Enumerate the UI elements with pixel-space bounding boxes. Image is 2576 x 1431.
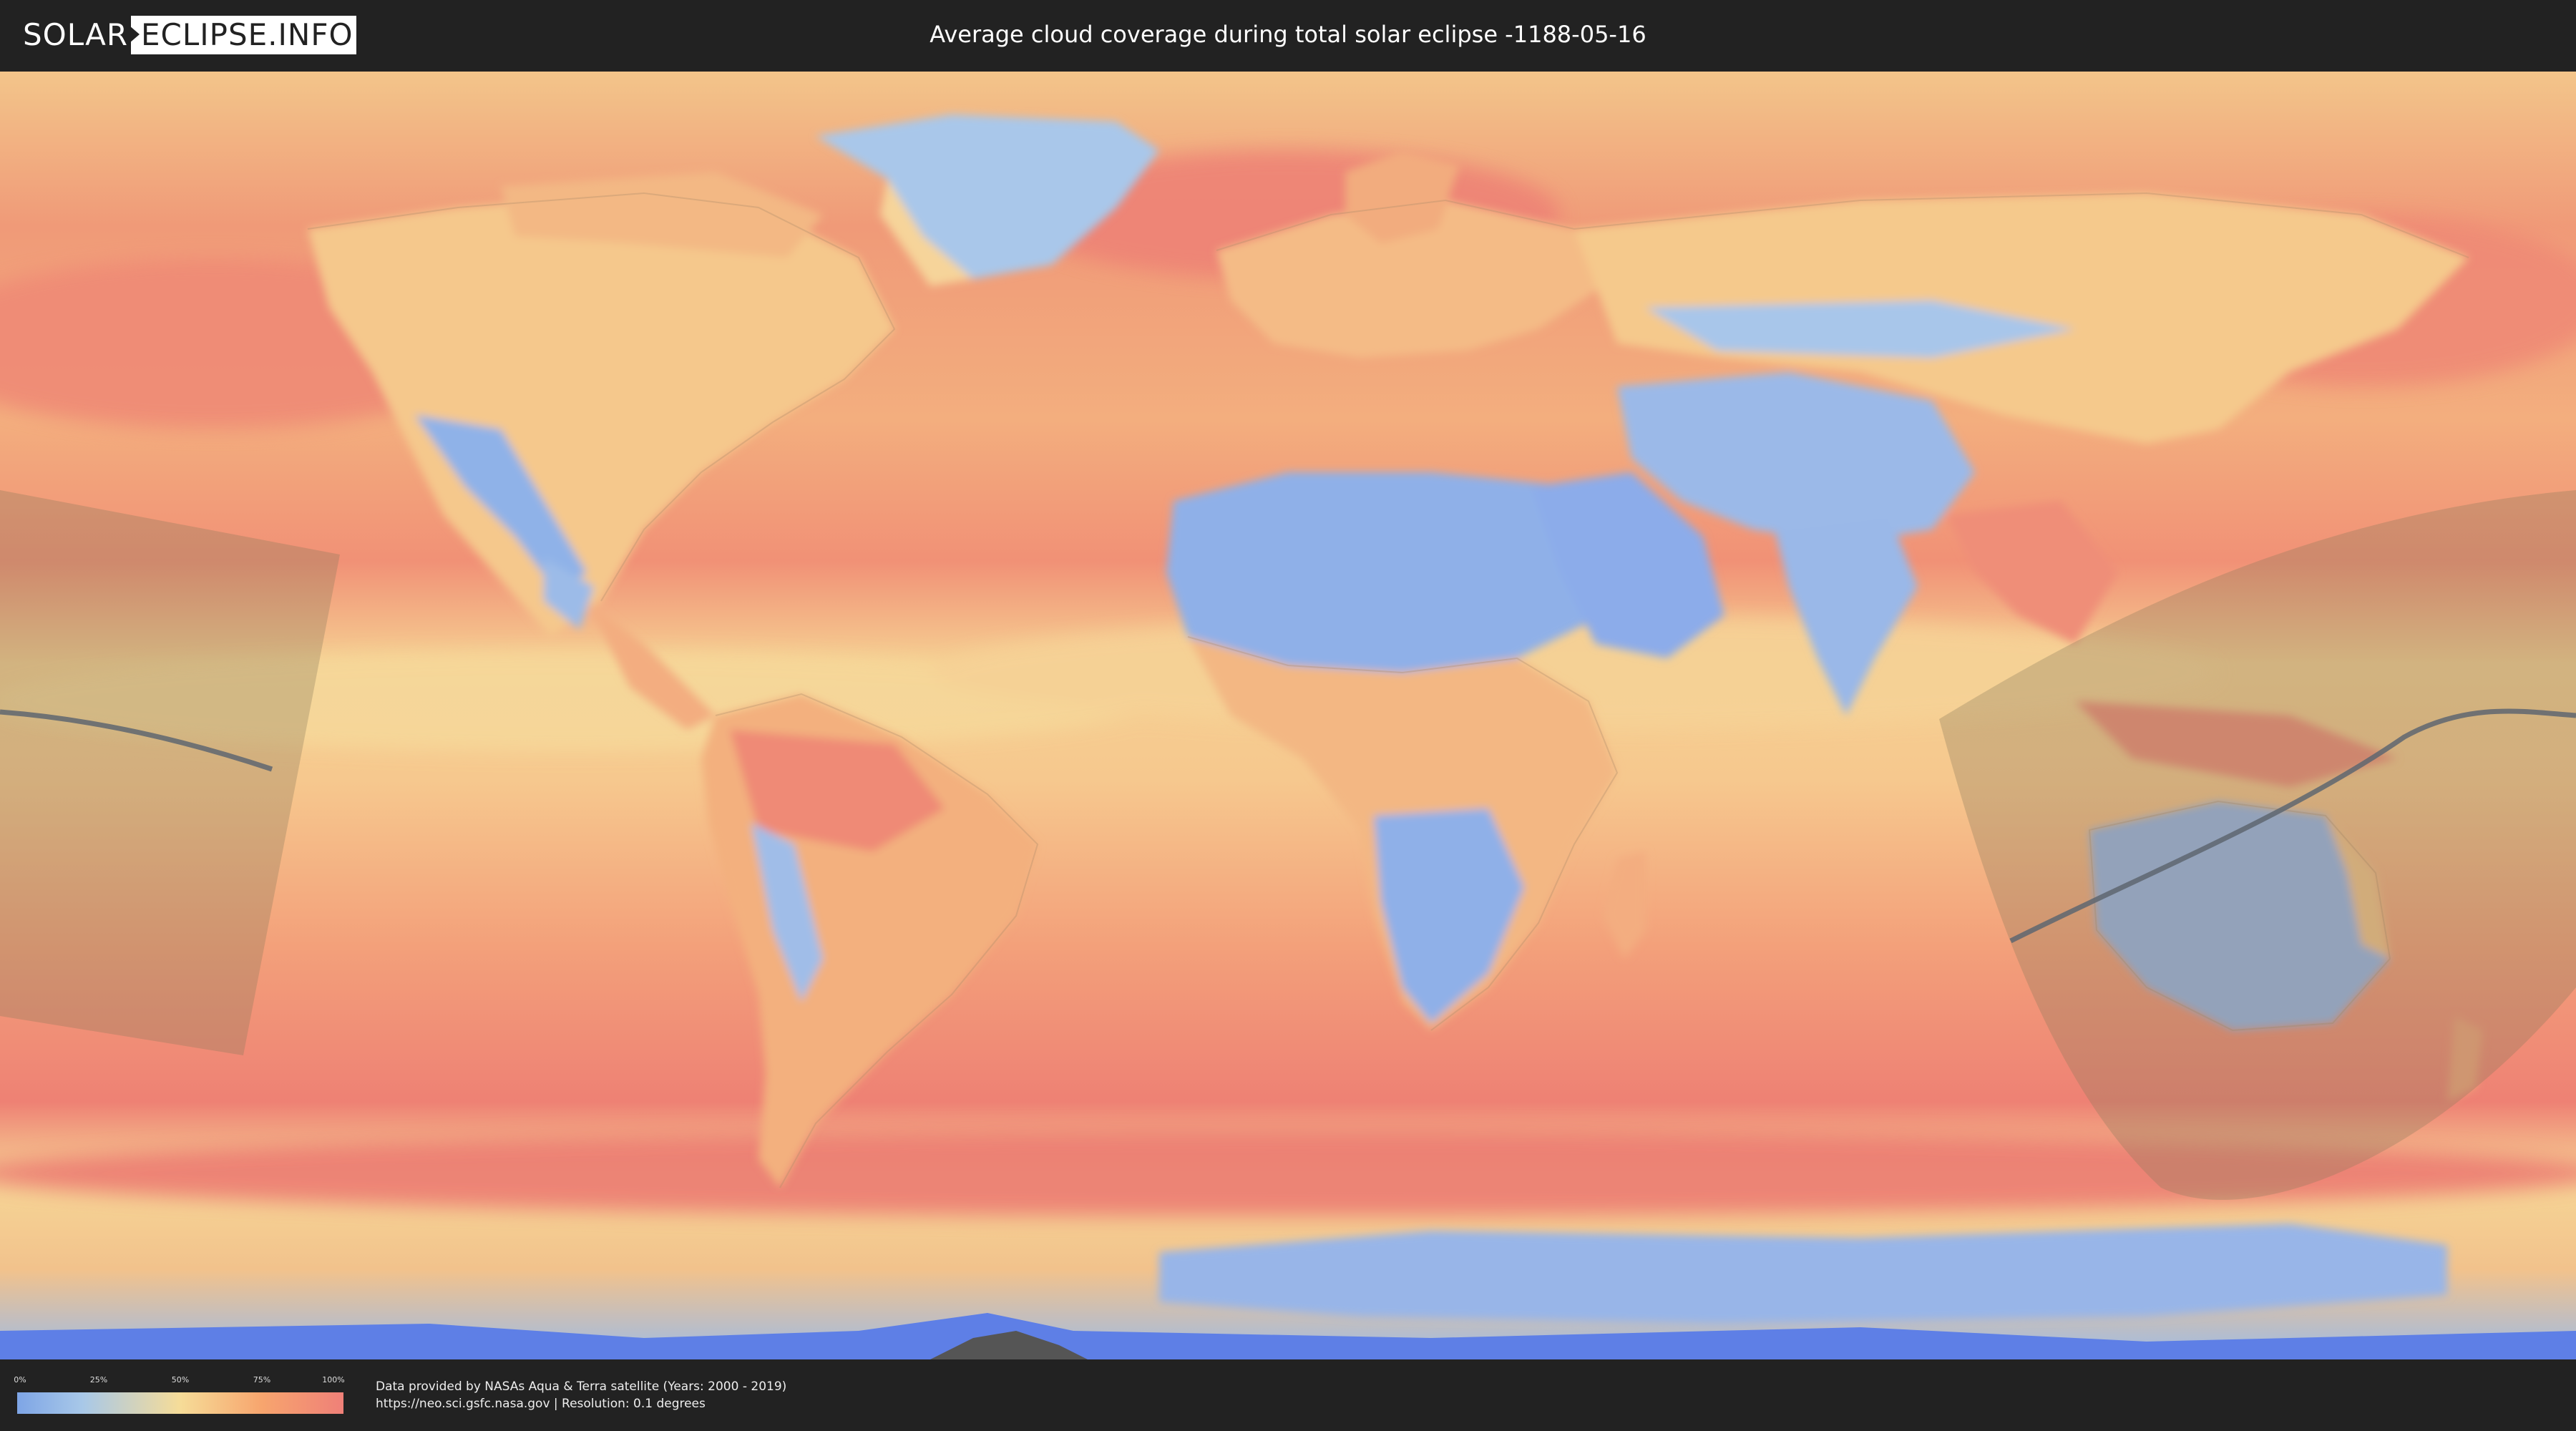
- credits-url-resolution[interactable]: https://neo.sci.gsfc.nasa.gov | Resoluti…: [376, 1395, 786, 1412]
- map-canvas: [0, 72, 2576, 1359]
- legend-tick-25: 25%: [89, 1375, 108, 1384]
- antarctica-clear: [1159, 1224, 2447, 1324]
- legend-color-scale: [17, 1392, 343, 1414]
- legend-tick-0: 0%: [14, 1375, 26, 1384]
- header-bar: SOLAR ECLIPSE.INFO Average cloud coverag…: [0, 0, 2576, 72]
- data-credits: Data provided by NASAs Aqua & Terra sate…: [376, 1378, 786, 1412]
- legend-tick-50: 50%: [171, 1375, 190, 1384]
- credits-source: Data provided by NASAs Aqua & Terra sate…: [376, 1379, 787, 1394]
- coverage-legend: 0% 25% 50% 75% 100%: [14, 1372, 345, 1415]
- legend-ticks: 0% 25% 50% 75% 100%: [14, 1375, 345, 1387]
- cloud-coverage-map[interactable]: [0, 72, 2576, 1359]
- legend-tick-100: 100%: [322, 1375, 345, 1384]
- legend-tick-75: 75%: [253, 1375, 271, 1384]
- page-title: Average cloud coverage during total sola…: [930, 21, 1646, 48]
